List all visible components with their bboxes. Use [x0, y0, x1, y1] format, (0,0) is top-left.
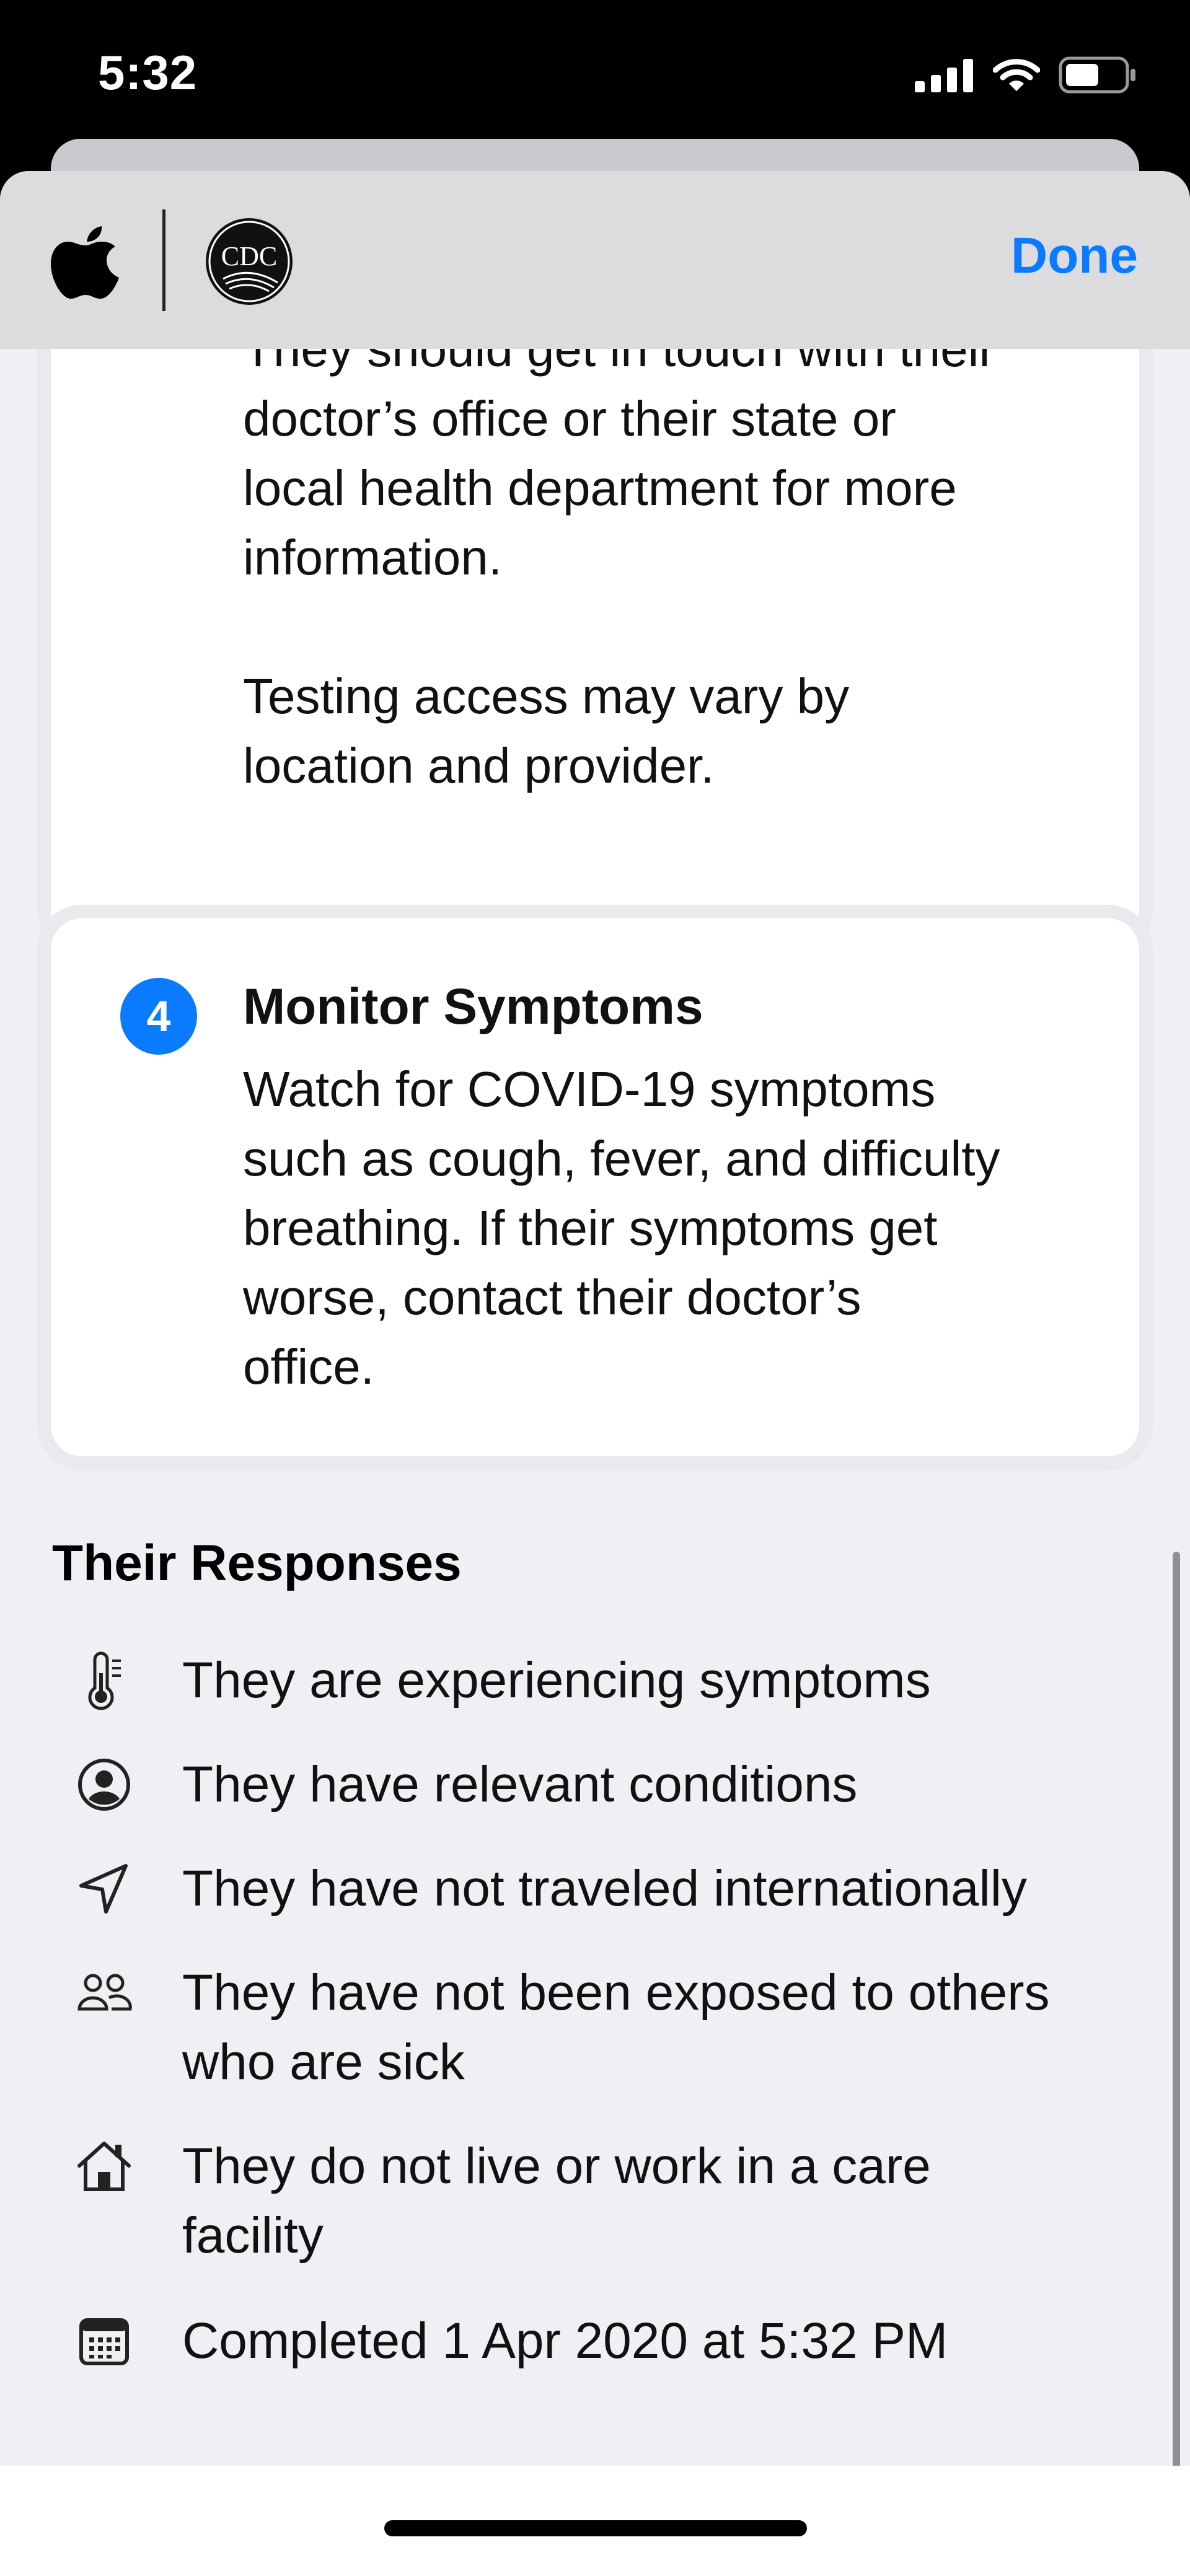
cdc-logo-text: CDC — [221, 241, 277, 271]
person-circle-icon — [73, 1754, 135, 1816]
step-4-body: Watch for COVID-19 symptoms such as coug… — [243, 1062, 1000, 1394]
home-indicator[interactable] — [384, 2520, 807, 2536]
responses-heading: Their Responses — [52, 1535, 462, 1591]
status-time: 5:32 — [98, 45, 198, 100]
response-text: They have relevant conditions — [182, 1756, 858, 1813]
house-icon — [73, 2135, 135, 2197]
step-4-title: Monitor Symptoms — [243, 978, 703, 1035]
status-icons — [915, 53, 1137, 97]
people-icon — [73, 1962, 135, 2024]
done-button[interactable]: Done — [1011, 227, 1138, 285]
step-3-body: They should get in touch with their doct… — [243, 322, 996, 793]
step-card-4: 4 Monitor Symptoms Watch for COVID-19 sy… — [51, 918, 1139, 1456]
scroll-indicator[interactable] — [1173, 1552, 1180, 2469]
navigation-bar: CDC Done — [0, 171, 1190, 349]
home-bar-area — [0, 2466, 1190, 2576]
logo-divider — [162, 209, 165, 311]
status-bar: 5:32 — [0, 0, 1190, 149]
response-text: They do not live or work in a care facil… — [182, 2138, 931, 2264]
modal-sheet: They should get in touch with their doct… — [0, 171, 1190, 2576]
response-text: They are experiencing symptoms — [182, 1652, 931, 1708]
step-number-badge: 4 — [120, 978, 197, 1055]
location-arrow-icon — [73, 1858, 135, 1920]
apple-logo-icon — [51, 226, 119, 299]
response-text: They have not traveled internationally — [182, 1860, 1027, 1917]
response-text: Completed 1 Apr 2020 at 5:32 PM — [182, 2313, 948, 2369]
wifi-icon — [993, 59, 1040, 91]
battery-icon — [1059, 56, 1135, 94]
cellular-signal-icon — [915, 59, 973, 92]
cdc-logo-icon: CDC — [206, 218, 293, 305]
thermometer-icon — [73, 1651, 135, 1713]
response-text: They have not been exposed to others who… — [182, 1964, 1050, 2090]
calendar-icon — [73, 2310, 135, 2372]
